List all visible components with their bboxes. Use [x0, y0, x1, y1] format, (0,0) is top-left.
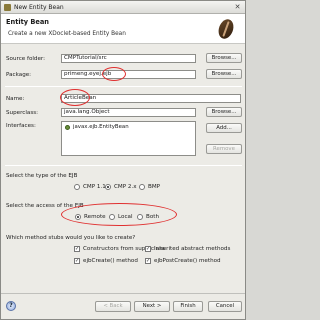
close-icon[interactable]: ✕ [233, 3, 242, 11]
name-label: Name: [6, 96, 25, 102]
ejb-type-cmp11-label: CMP 1.1 [83, 184, 106, 190]
ejbpostcreate-label: ejbPostCreate() method [154, 258, 221, 264]
footer-separator [1, 293, 245, 294]
remove-interface-button[interactable]: Remove [206, 144, 242, 154]
source-folder-browse-button[interactable]: Browse... [206, 53, 242, 63]
package-field[interactable]: primeng.eyej.ejb [61, 70, 196, 79]
app-icon [4, 3, 11, 11]
superclass-browse-button[interactable]: Browse... [206, 107, 242, 117]
interfaces-list[interactable]: javax.ejb.EntityBean [61, 121, 196, 156]
cancel-button[interactable]: Cancel [208, 301, 242, 312]
ejb-type-cmp2x-radio[interactable] [105, 184, 111, 190]
separator [5, 165, 242, 166]
source-folder-label: Source folder: [6, 56, 46, 62]
interface-label: javax.ejb.EntityBean [73, 124, 129, 130]
coffee-bean-icon [216, 17, 236, 41]
list-item[interactable]: javax.ejb.EntityBean [62, 122, 195, 132]
package-label: Package: [6, 72, 32, 78]
ejbcreate-label: ejbCreate() method [83, 258, 138, 264]
ejbpostcreate-checkbox[interactable]: ✓ [145, 258, 151, 264]
ejb-type-cmp2x-label: CMP 2.x [114, 184, 137, 190]
ejb-type-cmp11-radio[interactable] [74, 184, 80, 190]
method-stubs-label: Which method stubs would you like to cre… [6, 235, 136, 241]
superclass-field[interactable]: java.lang.Object [61, 108, 196, 117]
back-button[interactable]: < Back [95, 301, 131, 312]
header-description: Create a new XDoclet-based Entity Bean [8, 31, 126, 37]
annotation-circle-package [102, 67, 126, 81]
inherited-abstract-checkbox[interactable]: ✓ [145, 246, 151, 252]
title-bar: New Entity Bean ✕ [1, 1, 245, 14]
ejb-type-label: Select the type of the EJB [6, 173, 78, 179]
finish-button[interactable]: Finish [173, 301, 203, 312]
constructors-label: Constructors from superclass [83, 246, 165, 252]
constructors-checkbox[interactable]: ✓ [74, 246, 80, 252]
superclass-label: Superclass: [6, 110, 39, 116]
next-button[interactable]: Next > [134, 301, 170, 312]
separator [5, 86, 242, 87]
source-folder-field[interactable]: CMPTutorial/src [61, 54, 196, 63]
add-interface-button[interactable]: Add... [206, 123, 242, 133]
inherited-abstract-label: Inherited abstract methods [154, 246, 231, 252]
interface-icon [65, 124, 70, 130]
window-title: New Entity Bean [14, 3, 64, 11]
interfaces-label: Interfaces: [6, 123, 36, 129]
header-title: Entity Bean [6, 18, 49, 26]
wizard-header: Entity Bean Create a new XDoclet-based E… [1, 14, 245, 44]
package-browse-button[interactable]: Browse... [206, 69, 242, 79]
help-icon[interactable]: ? [6, 301, 16, 311]
annotation-circle-name [60, 89, 90, 106]
ejb-type-bmp-label: BMP [148, 184, 161, 190]
ejbcreate-checkbox[interactable]: ✓ [74, 258, 80, 264]
new-entity-bean-dialog: New Entity Bean ✕ Entity Bean Create a n… [0, 0, 246, 320]
ejb-type-bmp-radio[interactable] [139, 184, 145, 190]
annotation-circle-access [61, 203, 177, 226]
